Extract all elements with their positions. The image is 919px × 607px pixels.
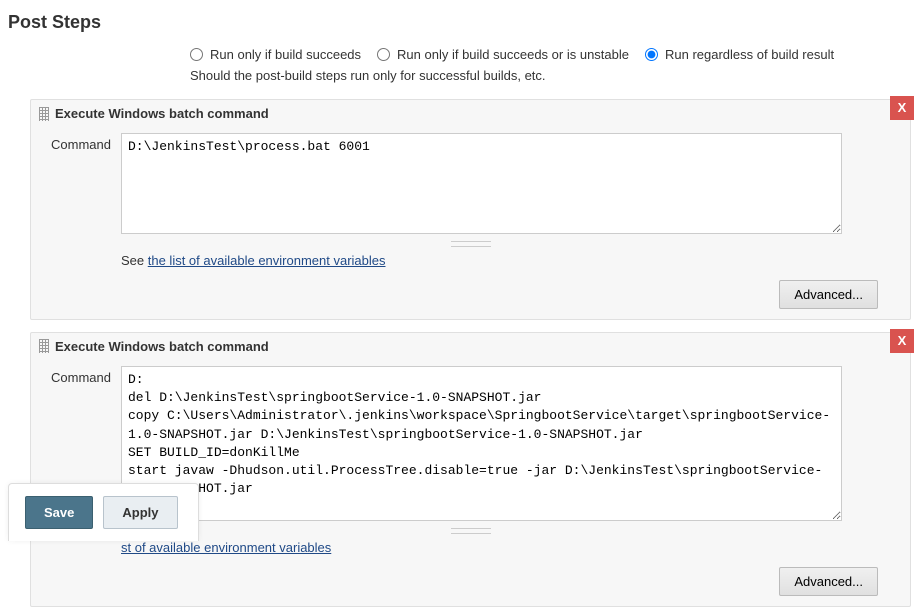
step-header: Execute Windows batch command	[31, 100, 910, 127]
save-apply-bar: Save Apply	[8, 483, 199, 541]
radio-label: Run only if build succeeds or is unstabl…	[397, 47, 629, 62]
advanced-button[interactable]: Advanced...	[779, 567, 878, 596]
command-textarea[interactable]	[121, 133, 842, 234]
section-title: Post Steps	[0, 0, 919, 43]
run-condition-radio-group: Run only if build succeeds Run only if b…	[0, 43, 919, 68]
radio-option-succeeds[interactable]: Run only if build succeeds	[190, 47, 361, 62]
drag-handle-icon[interactable]	[39, 339, 49, 353]
radio-input-unstable[interactable]	[377, 48, 390, 61]
delete-step-button[interactable]: X	[890, 329, 914, 353]
step-title: Execute Windows batch command	[55, 339, 269, 354]
build-step: X ? Execute Windows batch command Comman…	[30, 99, 911, 320]
run-condition-help-text: Should the post-build steps run only for…	[0, 68, 919, 93]
radio-input-succeeds[interactable]	[190, 48, 203, 61]
delete-step-button[interactable]: X	[890, 96, 914, 120]
advanced-button[interactable]: Advanced...	[779, 280, 878, 309]
radio-input-regardless[interactable]	[645, 48, 658, 61]
radio-label: Run only if build succeeds	[210, 47, 361, 62]
build-step: X ? Execute Windows batch command Comman…	[30, 332, 911, 607]
env-variables-link[interactable]: st of available environment variables	[121, 540, 331, 555]
step-header: Execute Windows batch command	[31, 333, 910, 360]
command-textarea[interactable]	[121, 366, 842, 522]
command-label: Command	[51, 133, 121, 152]
env-prefix: See	[121, 253, 148, 268]
radio-option-regardless[interactable]: Run regardless of build result	[645, 47, 834, 62]
command-field-row: Command	[31, 127, 910, 241]
drag-handle-icon[interactable]	[39, 107, 49, 121]
apply-button[interactable]: Apply	[103, 496, 177, 529]
step-title: Execute Windows batch command	[55, 106, 269, 121]
env-variables-link[interactable]: the list of available environment variab…	[148, 253, 386, 268]
env-variables-line: See the list of available environment va…	[31, 247, 910, 274]
command-label: Command	[51, 366, 121, 385]
radio-option-unstable[interactable]: Run only if build succeeds or is unstabl…	[377, 47, 629, 62]
radio-label: Run regardless of build result	[665, 47, 834, 62]
save-button[interactable]: Save	[25, 496, 93, 529]
